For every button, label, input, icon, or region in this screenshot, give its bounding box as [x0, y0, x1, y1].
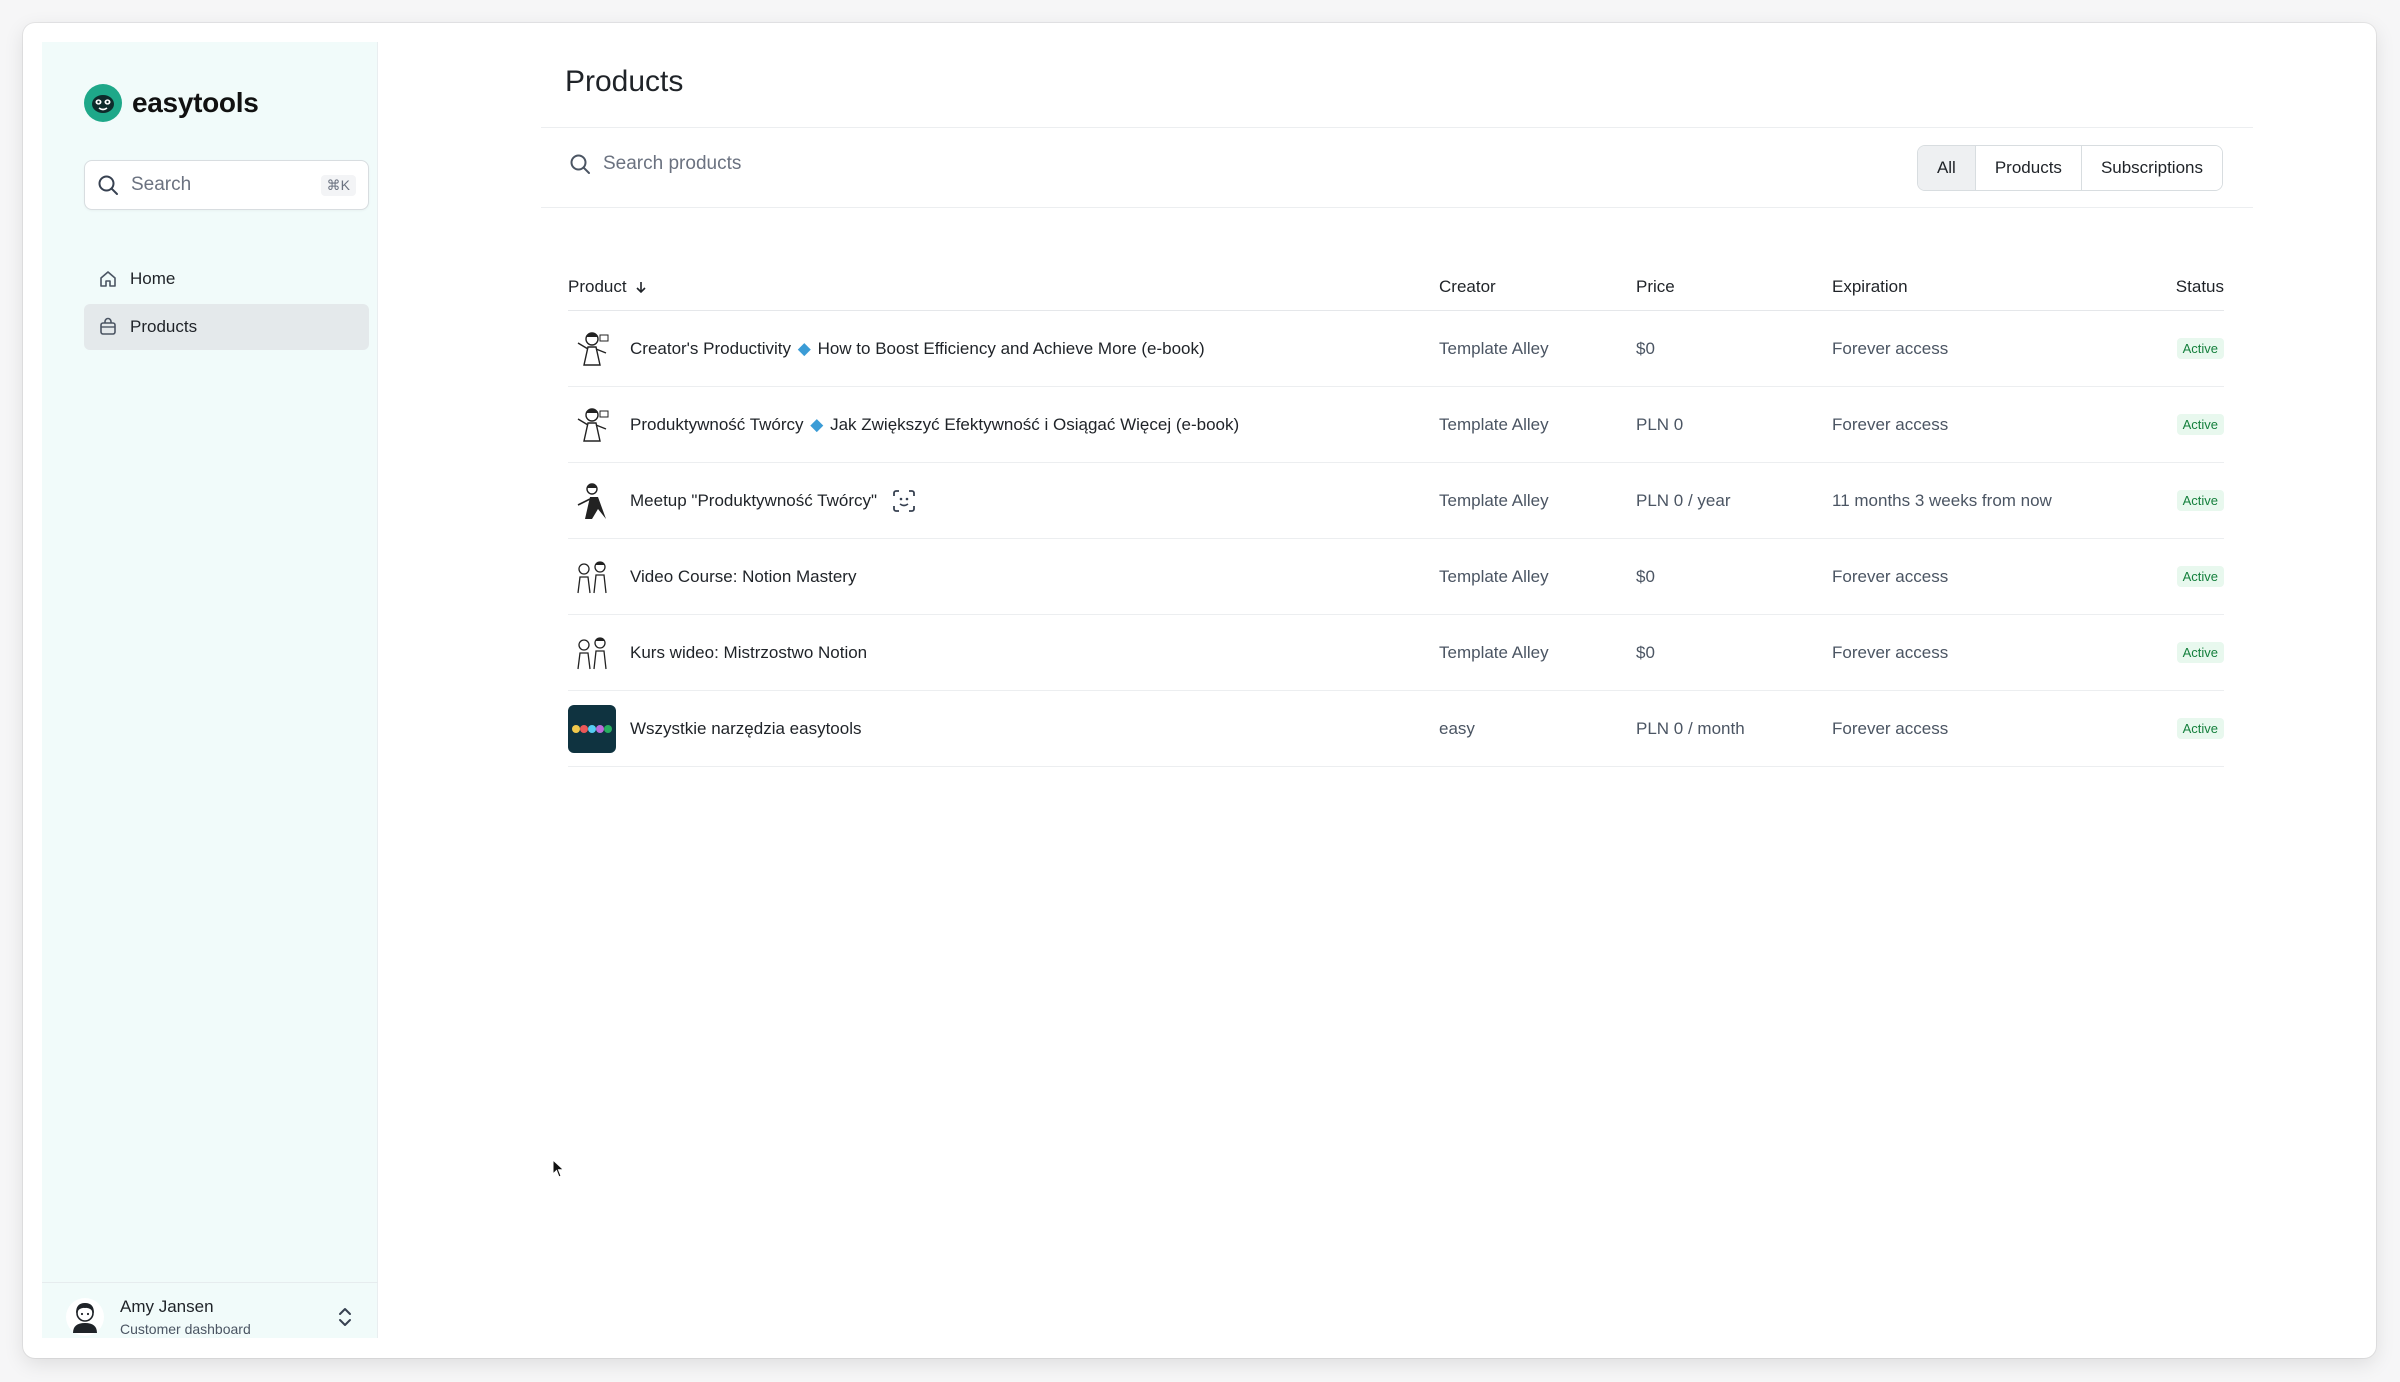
- table-row[interactable]: Produktywność Twórcy ◆ Jak Zwiększyć Efe…: [568, 387, 2224, 463]
- table-row[interactable]: Kurs wideo: Mistrzostwo Notion Template …: [568, 615, 2224, 691]
- product-creator: Template Alley: [1439, 642, 1549, 662]
- filter-products-button[interactable]: Products: [1974, 146, 2081, 190]
- product-expiration: Forever access: [1832, 642, 1949, 662]
- search-icon: [570, 154, 590, 174]
- chevron-up-down-icon[interactable]: [336, 1305, 354, 1329]
- product-creator: Template Alley: [1439, 338, 1549, 358]
- filter-all-button[interactable]: All: [1917, 146, 1975, 190]
- products-table: Product Creator Price Expiration Status: [568, 263, 2224, 767]
- product-name[interactable]: Kurs wideo: Mistrzostwo Notion: [630, 643, 867, 663]
- product-price: $0: [1636, 642, 1655, 662]
- sidebar-search-placeholder: Search: [131, 174, 192, 195]
- table-header: Product Creator Price Expiration Status: [568, 263, 2224, 311]
- status-badge: Active: [2176, 338, 2224, 359]
- product-thumbnail: [568, 704, 616, 753]
- product-creator: Template Alley: [1439, 490, 1549, 510]
- user-role: Customer dashboard: [120, 1320, 251, 1337]
- column-header-price: Price: [1636, 276, 1675, 296]
- sidebar-item-home[interactable]: Home: [84, 256, 369, 302]
- status-badge: Active: [2176, 718, 2224, 739]
- sidebar-item-products[interactable]: Products: [84, 304, 369, 350]
- products-search-placeholder: Search products: [603, 153, 742, 174]
- products-search-input[interactable]: Search products: [569, 153, 741, 175]
- mouse-cursor-icon: [552, 1159, 565, 1178]
- product-expiration: Forever access: [1832, 718, 1949, 738]
- search-icon: [98, 175, 118, 195]
- product-price: PLN 0: [1636, 414, 1684, 434]
- product-creator: Template Alley: [1439, 566, 1549, 586]
- product-expiration: Forever access: [1832, 414, 1949, 434]
- avatar: [66, 1297, 104, 1336]
- product-expiration: 11 months 3 weeks from now: [1832, 490, 2052, 510]
- sidebar-item-label: Home: [130, 269, 176, 288]
- gem-icon: ◆: [797, 338, 811, 358]
- product-thumbnail: [568, 325, 616, 373]
- home-icon: [100, 271, 116, 287]
- product-thumbnail: [568, 553, 616, 601]
- product-thumbnail: [568, 629, 616, 677]
- product-price: $0: [1636, 338, 1655, 358]
- sidebar: easytools Search ⌘K Home Products Amy Ja…: [42, 42, 378, 1338]
- product-name[interactable]: Produktywność Twórcy ◆ Jak Zwiększyć Efe…: [630, 415, 1239, 435]
- product-expiration: Forever access: [1832, 566, 1949, 586]
- gem-icon: ◆: [810, 414, 824, 434]
- brand[interactable]: easytools: [84, 84, 259, 122]
- table-row[interactable]: Wszystkie narzędzia easytools easy PLN 0…: [568, 691, 2224, 767]
- main-content: Products Search products All Products Su…: [541, 23, 2253, 1358]
- table-row[interactable]: Meetup "Produktywność Twórcy" Template A…: [568, 463, 2224, 539]
- table-row[interactable]: Video Course: Notion Mastery Template Al…: [568, 539, 2224, 615]
- status-badge: Active: [2176, 490, 2224, 511]
- arrow-down-icon: [636, 281, 646, 293]
- product-thumbnail: [568, 477, 616, 525]
- column-header-expiration: Expiration: [1832, 276, 1908, 296]
- table-row[interactable]: Creator's Productivity ◆ How to Boost Ef…: [568, 311, 2224, 387]
- bag-icon: [100, 317, 116, 335]
- product-price: $0: [1636, 566, 1655, 586]
- app-window: easytools Search ⌘K Home Products Amy Ja…: [23, 23, 2376, 1358]
- column-header-product[interactable]: Product: [568, 277, 1439, 297]
- sidebar-search[interactable]: Search ⌘K: [84, 160, 369, 210]
- product-thumbnail: [568, 401, 616, 449]
- user-name: Amy Jansen: [120, 1296, 214, 1316]
- product-name[interactable]: Video Course: Notion Mastery: [630, 567, 856, 587]
- user-menu[interactable]: Amy Jansen Customer dashboard: [42, 1282, 378, 1338]
- divider: [541, 207, 2253, 208]
- status-badge: Active: [2176, 642, 2224, 663]
- product-price: PLN 0 / year: [1636, 490, 1731, 510]
- filter-segmented-control: All Products Subscriptions: [1916, 145, 2223, 191]
- product-name[interactable]: Creator's Productivity ◆ How to Boost Ef…: [630, 339, 1205, 359]
- sidebar-nav: Home Products: [84, 256, 369, 352]
- filter-subscriptions-button[interactable]: Subscriptions: [2080, 146, 2222, 190]
- brand-name: easytools: [132, 87, 259, 118]
- search-shortcut: ⌘K: [320, 174, 356, 196]
- product-price: PLN 0 / month: [1636, 718, 1745, 738]
- brand-logo-icon: [84, 84, 122, 122]
- divider: [541, 127, 2253, 128]
- page-title: Products: [565, 65, 684, 98]
- status-badge: Active: [2176, 566, 2224, 587]
- column-header-creator: Creator: [1439, 276, 1496, 296]
- product-expiration: Forever access: [1832, 338, 1949, 358]
- sidebar-item-label: Products: [130, 317, 198, 336]
- product-creator: easy: [1439, 718, 1475, 738]
- product-creator: Template Alley: [1439, 414, 1549, 434]
- column-header-status: Status: [2175, 276, 2224, 296]
- status-badge: Active: [2176, 414, 2224, 435]
- scan-face-icon: [893, 489, 915, 512]
- product-name[interactable]: Wszystkie narzędzia easytools: [630, 719, 861, 739]
- product-name[interactable]: Meetup "Produktywność Twórcy": [630, 491, 877, 511]
